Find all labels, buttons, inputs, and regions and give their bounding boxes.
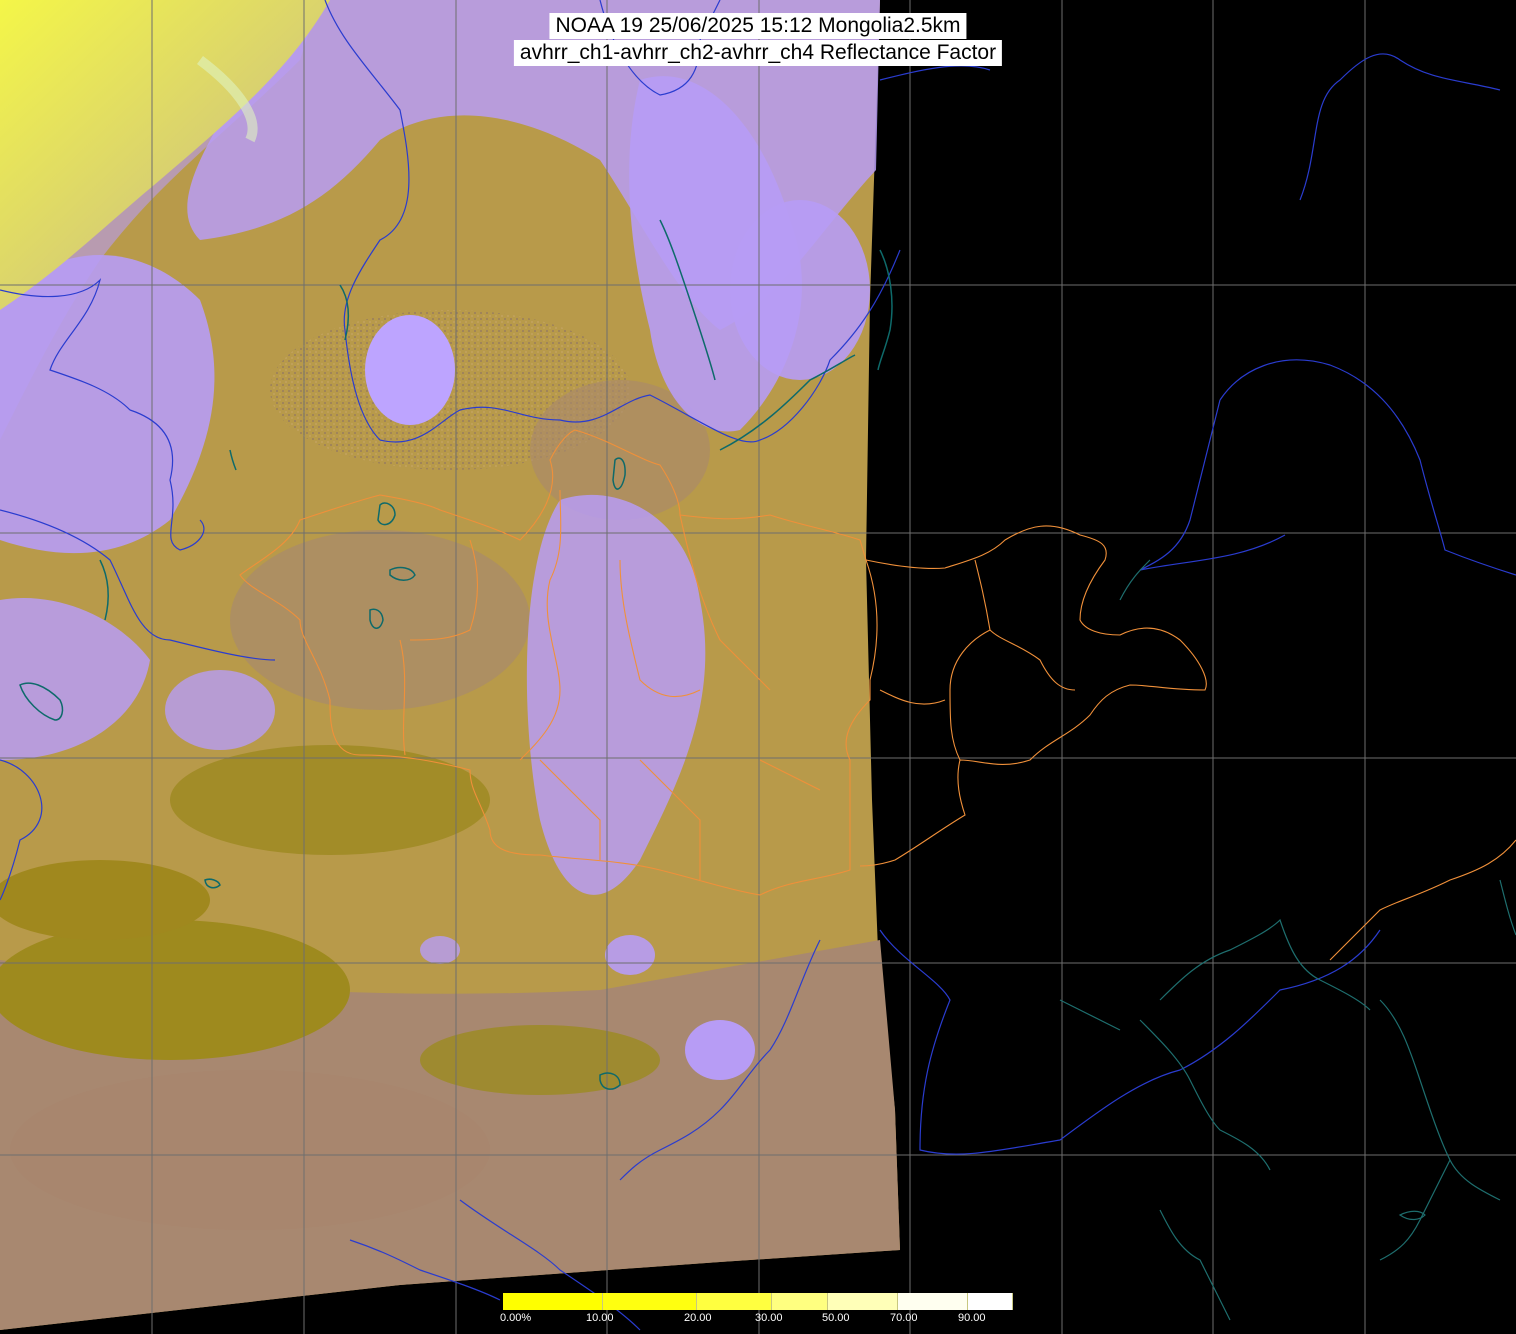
colorbar-segment [827, 1293, 898, 1310]
colorbar-tick-5: 70.00 [890, 1312, 918, 1324]
colorbar-tick-2: 20.00 [684, 1312, 712, 1324]
colorbar-tick-6: 90.00 [958, 1312, 986, 1324]
map-title-line1: NOAA 19 25/06/2025 15:12 Mongolia2.5km [549, 13, 967, 39]
colorbar-tick-3: 30.00 [755, 1312, 783, 1324]
colorbar-segment [897, 1293, 968, 1310]
colorbar-legend: 0.00% 10.00 20.00 30.00 50.00 70.00 90.0… [500, 1292, 1016, 1334]
colorbar-segment [602, 1293, 698, 1310]
satellite-swath [0, 0, 900, 1330]
map-title-line2: avhrr_ch1-avhrr_ch2-avhrr_ch4 Reflectanc… [513, 40, 1003, 66]
colorbar-segment [967, 1293, 1014, 1310]
satellite-map [0, 0, 1516, 1334]
colorbar-segment [772, 1293, 828, 1310]
colorbar-tick-1: 10.00 [586, 1312, 614, 1324]
colorbar-tick-0: 0.00% [500, 1312, 532, 1324]
colorbar-segment [503, 1293, 603, 1310]
colorbar-segment [697, 1293, 773, 1310]
colorbar-gradient [503, 1293, 1014, 1310]
colorbar-tick-4: 50.00 [822, 1312, 850, 1324]
